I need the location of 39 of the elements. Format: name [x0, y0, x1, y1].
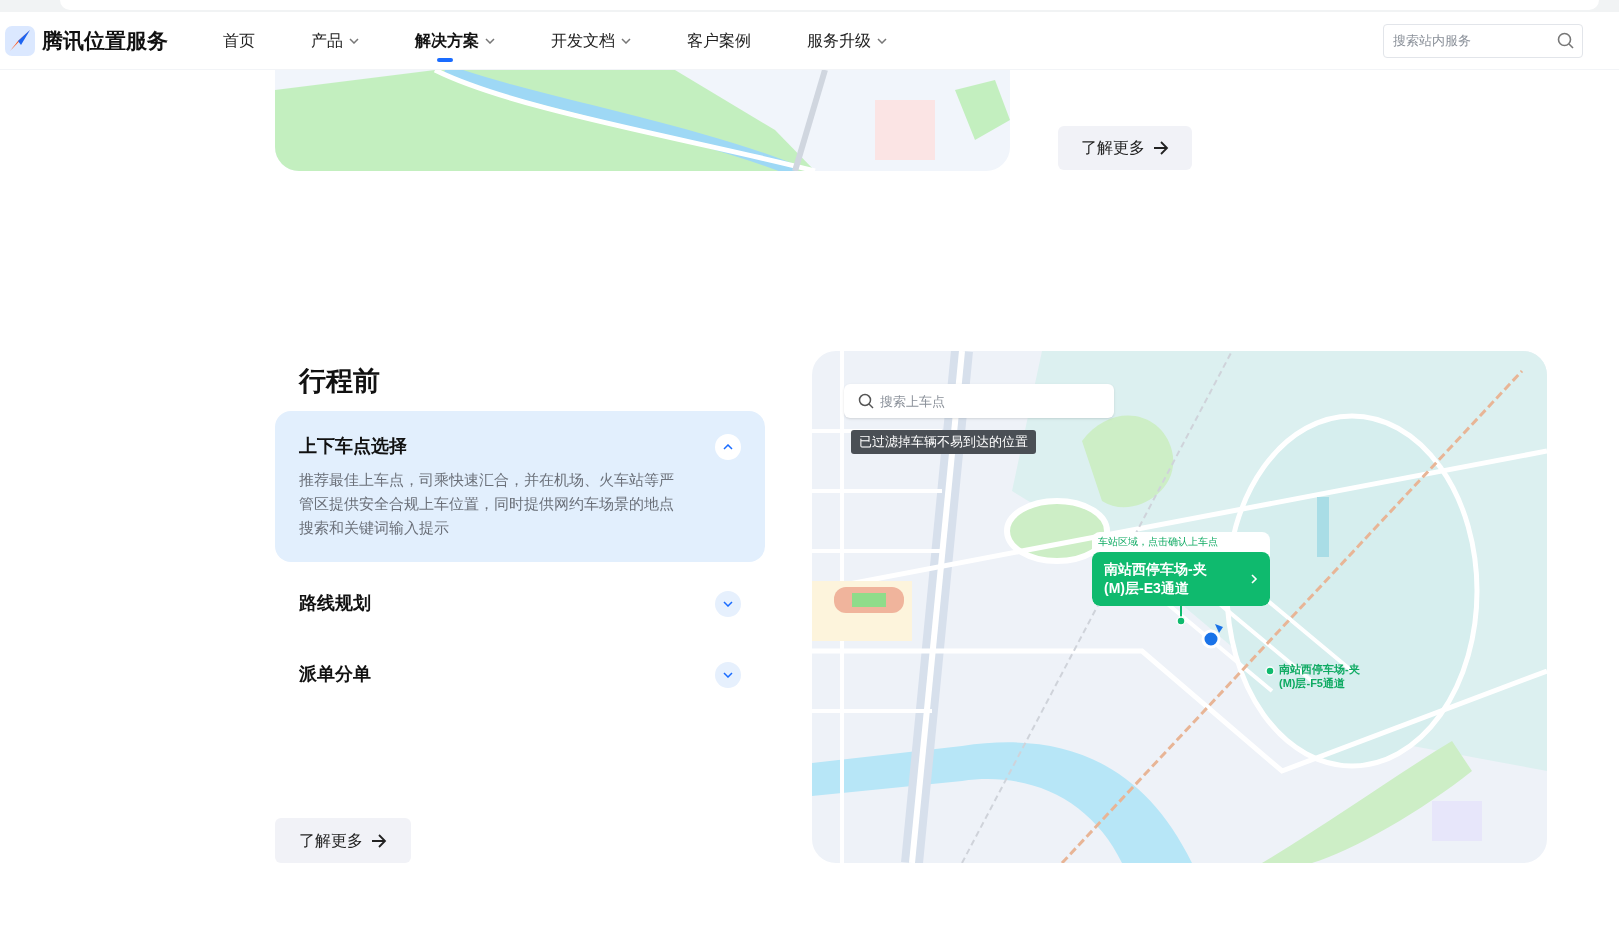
accordion-item[interactable]: 派单分单: [275, 645, 765, 704]
arrow-right-icon: [371, 833, 387, 848]
search-field[interactable]: 搜索站内服务: [1383, 23, 1583, 58]
popup-title: 南站西停车场-夹(M)层-E3通道: [1104, 560, 1208, 598]
toggle-button[interactable]: [715, 590, 741, 617]
accordion-title: 路线规划: [299, 592, 371, 615]
logo-text: 腾讯位置服务: [42, 27, 168, 54]
accordion-title: 派单分单: [299, 663, 371, 686]
learn-more-button[interactable]: 了解更多: [1058, 126, 1192, 170]
chevron-down-icon: [723, 600, 733, 607]
pin-marker-icon: [1176, 606, 1186, 626]
nav-item[interactable]: 服务升级: [807, 12, 887, 69]
search-icon: [858, 393, 874, 409]
nav-item[interactable]: 首页: [223, 12, 255, 69]
accordion-title: 上下车点选择: [299, 435, 407, 458]
user-location-icon: [1201, 623, 1225, 649]
toggle-button[interactable]: [715, 433, 741, 460]
chevron-up-icon: [723, 443, 733, 450]
logo-icon: [4, 24, 36, 57]
search-icon: [1557, 31, 1574, 49]
section-title: 行程前: [297, 365, 381, 398]
arrow-right-icon: [1153, 141, 1169, 155]
chevron-right-icon: [1250, 574, 1258, 584]
nav-item[interactable]: 解决方案: [415, 12, 495, 69]
accordion-description: 推荐最佳上车点，司乘快速汇合，并在机场、火车站等严管区提供安全合规上车位置，同时提供网约车场景的地点搜索和关键词输入提示: [299, 470, 675, 538]
marker-label: 南站西停车场-夹(M)层-F5通道: [1279, 662, 1361, 690]
learn-more-button[interactable]: 了解更多: [275, 818, 411, 863]
marker-dot-icon: [1265, 666, 1275, 676]
nav-item[interactable]: 产品: [311, 12, 359, 69]
tooltip: 已过滤掉车辆不易到达的位置: [851, 430, 1036, 454]
active-indicator: [437, 58, 453, 62]
nav-item[interactable]: 开发文档: [551, 12, 631, 69]
nav-item[interactable]: 客户案例: [687, 12, 751, 69]
accordion-panel[interactable]: 上下车点选择 推荐最佳上车点，司乘快速汇合，并在机场、火车站等严管区提供安全合规上车位置，同时提供网约车场景的地点搜索和关键词输入提示: [275, 411, 765, 562]
toggle-button[interactable]: [715, 661, 741, 688]
accordion-item[interactable]: 路线规划: [275, 574, 765, 633]
chevron-down-icon: [723, 671, 733, 678]
popup-caption: 车站区域，点击确认上车点: [1097, 535, 1219, 549]
search-field[interactable]: 搜索上车点: [844, 384, 1114, 418]
